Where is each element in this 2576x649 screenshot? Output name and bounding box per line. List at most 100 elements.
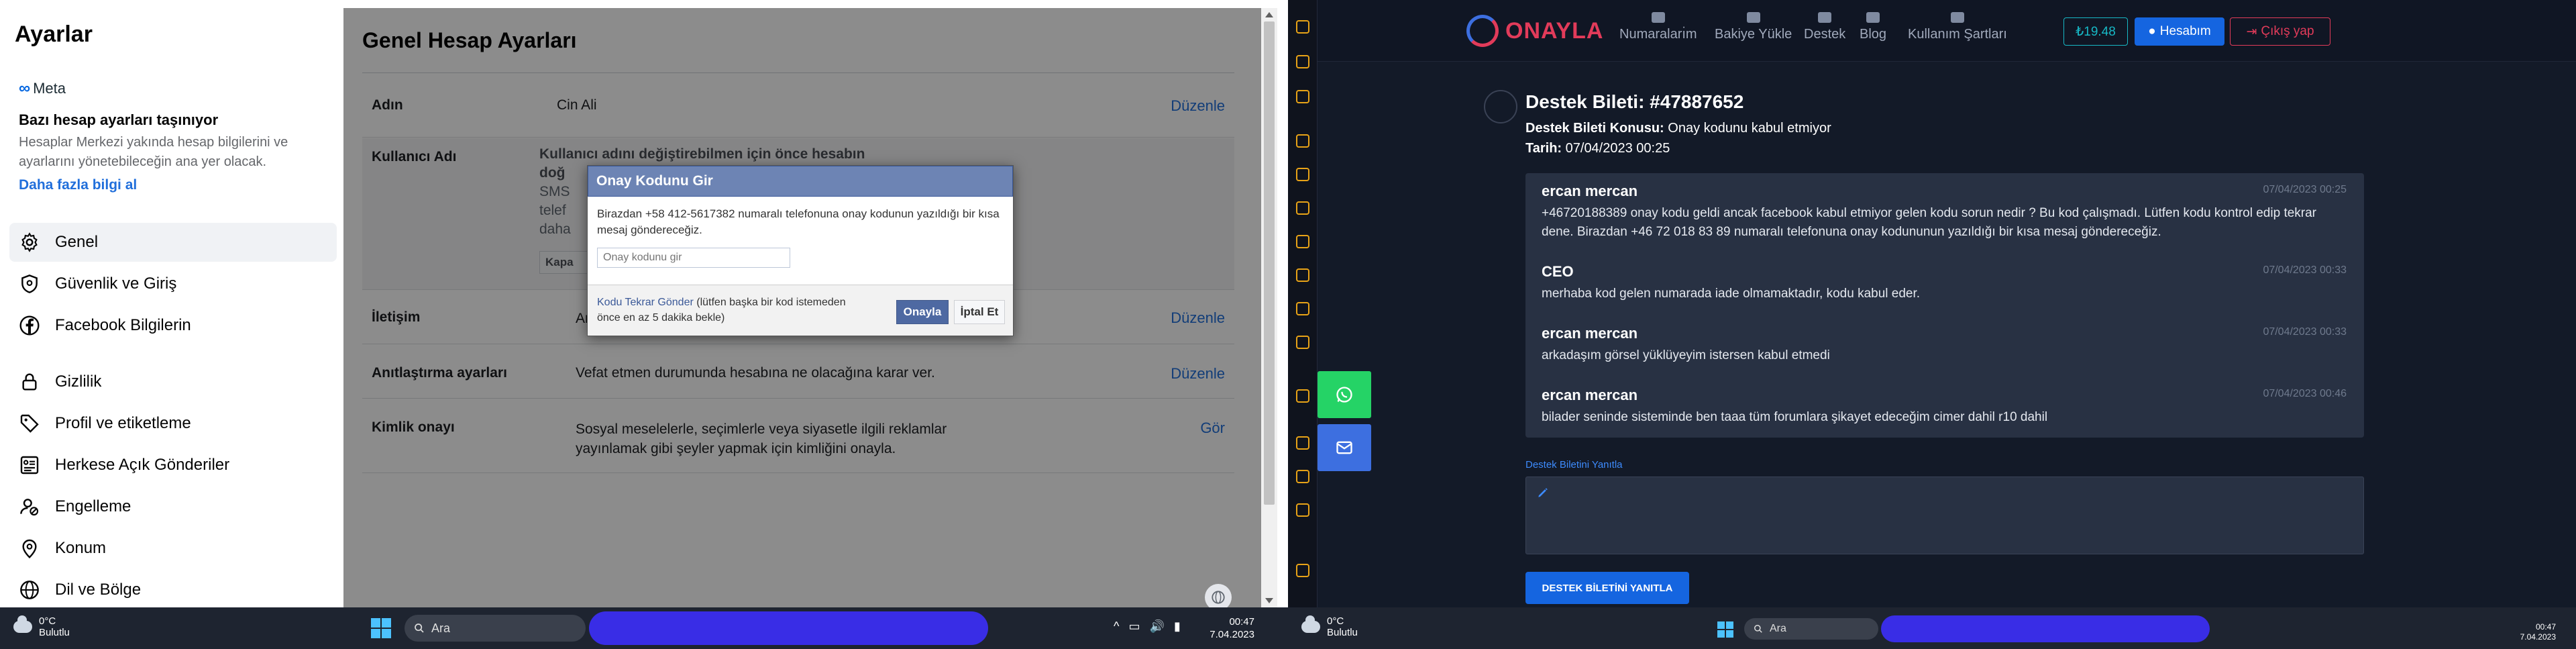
windows-taskbar: 0°C Bulutlu Ara ^ ▭ 🔊 ▮ 00:47 7.04.2023: [0, 607, 1288, 649]
resend-code-note: Kodu Tekrar Gönder (lütfen başka bir kod…: [597, 295, 852, 326]
nav-label: Blog: [1860, 27, 1887, 42]
subject-value: Onay kodunu kabul etmiyor: [1664, 121, 1831, 136]
subject-label: Destek Bileti Konusu:: [1525, 121, 1664, 136]
sidebar-app-icon[interactable]: [1296, 268, 1309, 282]
sidebar-app-icon[interactable]: [1296, 436, 1309, 450]
confirm-button[interactable]: Onayla: [896, 300, 949, 324]
message-item: ercan mercan 07/04/2023 00:33 arkadaşım …: [1542, 325, 2347, 365]
taskbar-search[interactable]: Ara: [1744, 618, 1878, 640]
weather-temp: 0°C: [39, 615, 56, 627]
learn-more-link[interactable]: Daha fazla bilgi al: [19, 177, 137, 193]
sidebar-item-public-posts[interactable]: Herkese Açık Gönderiler: [9, 446, 337, 485]
resend-code-link[interactable]: Kodu Tekrar Gönder: [597, 297, 694, 308]
onayla-logo[interactable]: ONAYLA: [1466, 15, 1603, 47]
sidebar-app-icon[interactable]: [1296, 20, 1309, 34]
sidebar-item-label: Güvenlik ve Giriş: [55, 274, 177, 293]
cancel-button[interactable]: İptal Et: [954, 300, 1005, 324]
cloud-icon: [13, 615, 32, 633]
email-float-button[interactable]: [1318, 424, 1371, 471]
lock-icon: [17, 370, 42, 394]
reply-ticket-button[interactable]: DESTEK BİLETİNİ YANITLA: [1525, 572, 1689, 604]
avatar: [1484, 90, 1517, 123]
sidebar-item-security[interactable]: Güvenlik ve Giriş: [9, 264, 337, 303]
whatsapp-float-button[interactable]: [1318, 371, 1371, 418]
weather-widget[interactable]: 0°C Bulutlu: [13, 615, 70, 638]
windows-start-icon[interactable]: [371, 618, 391, 638]
block-user-icon: [17, 495, 42, 519]
scrollbar-thumb[interactable]: [1264, 21, 1275, 505]
nav-terms[interactable]: Kullanım Şartları: [1908, 12, 2007, 42]
message-author: CEO: [1542, 263, 1574, 280]
site-header: ONAYLA Numaraları̇m Bakiye Yükle Destek …: [1318, 0, 2576, 62]
weather-temp: 0°C: [1327, 615, 1344, 627]
sidebar-app-icon[interactable]: [1296, 470, 1309, 483]
nav-numbers[interactable]: Numaraları̇m: [1619, 12, 1697, 42]
sidebar-item-label: Konum: [55, 539, 107, 557]
redacted-taskbar-apps: [589, 611, 988, 645]
sidebar-app-icon[interactable]: [1296, 389, 1309, 403]
weather-widget[interactable]: 0°C Bulutlu: [1301, 615, 1358, 638]
left-monitor: Ayarlar ∞ Meta Bazı hesap ayarları taşın…: [0, 0, 1288, 649]
taskbar-search[interactable]: Ara: [405, 615, 586, 642]
message-text: bilader seninde sisteminde ben taaa tüm …: [1542, 410, 2048, 424]
nav-blog[interactable]: Blog: [1860, 12, 1886, 42]
logout-button[interactable]: ⇥ Çıkış yap: [2230, 17, 2330, 46]
page-scrollbar[interactable]: [1261, 8, 1277, 607]
message-time: 07/04/2023 00:33: [2263, 264, 2347, 276]
nav-support[interactable]: Destek: [1804, 12, 1845, 42]
sidebar-item-language-region[interactable]: Dil ve Bölge: [9, 570, 337, 607]
phone-icon: [1651, 12, 1665, 23]
nav-top-up[interactable]: Bakiye Yükle: [1715, 12, 1792, 42]
sidebar-item-privacy[interactable]: Gizlilik: [9, 362, 337, 401]
account-button[interactable]: ● Hesabım: [2135, 17, 2224, 46]
nav-label: Bakiye Yükle: [1715, 27, 1792, 42]
message-time: 07/04/2023 00:25: [2263, 184, 2347, 195]
message-text: merhaba kod gelen numarada iade olmamakt…: [1542, 287, 1921, 301]
logo-ring-icon: [1466, 15, 1499, 47]
feed-icon: [17, 453, 42, 477]
confirmation-code-dialog: Onay Kodunu Gir Birazdan +58 412-5617382…: [587, 165, 1014, 336]
battery-icon[interactable]: ▮: [1174, 619, 1181, 634]
taskbar-clock[interactable]: 00:47 7.04.2023: [2489, 622, 2556, 642]
taskbar-clock[interactable]: 00:47 7.04.2023: [1194, 615, 1254, 641]
sidebar-app-icon[interactable]: [1296, 134, 1309, 148]
clock-date: 7.04.2023: [2520, 632, 2556, 642]
language-globe-icon[interactable]: [1205, 584, 1232, 611]
meta-infinity-icon: ∞: [19, 79, 31, 97]
volume-icon[interactable]: 🔊: [1149, 619, 1164, 634]
sidebar-item-facebook-info[interactable]: Facebook Bilgilerin: [9, 306, 337, 345]
scroll-up-arrow-icon[interactable]: [1265, 12, 1273, 17]
windows-start-icon[interactable]: [1717, 621, 1733, 638]
message-author: ercan mercan: [1542, 387, 1638, 403]
ticket-page: Destek Bileti: #47887652 Destek Bileti K…: [1318, 62, 2576, 607]
sidebar-app-icon[interactable]: [1296, 503, 1309, 517]
ticket-subject: Destek Bileti Konusu: Onay kodunu kabul …: [1525, 121, 1831, 136]
sidebar-item-profile-tagging[interactable]: Profil ve etiketleme: [9, 404, 337, 443]
sidebar-item-general[interactable]: Genel: [9, 223, 337, 262]
scroll-down-arrow-icon[interactable]: [1265, 598, 1273, 603]
sidebar-app-icon[interactable]: [1296, 302, 1309, 315]
sidebar-item-blocking[interactable]: Engelleme: [9, 487, 337, 526]
sidebar-app-icon[interactable]: [1296, 201, 1309, 215]
balance-badge[interactable]: ₺19.48: [2063, 17, 2128, 46]
nav-label: Destek: [1804, 27, 1846, 42]
dialog-message: Birazdan +58 412-5617382 numaralı telefo…: [597, 207, 1000, 236]
sidebar-app-icon[interactable]: [1296, 90, 1309, 103]
reply-label: Destek Biletini Yanıtla: [1525, 459, 1623, 470]
sidebar-app-icon[interactable]: [1296, 168, 1309, 181]
blog-icon: [1866, 12, 1880, 23]
browser-top-strip: [0, 0, 1288, 8]
sidebar-app-icon[interactable]: [1296, 55, 1309, 68]
whatsapp-icon: [1336, 387, 1352, 403]
tray-chevron-icon[interactable]: ^: [1114, 619, 1119, 634]
display-icon[interactable]: ▭: [1128, 619, 1140, 634]
pencil-icon: [1538, 488, 1548, 497]
sidebar-item-location[interactable]: Konum: [9, 529, 337, 568]
ticket-title: Destek Bileti: #47887652: [1525, 91, 1744, 112]
sidebar-app-icon[interactable]: [1296, 564, 1309, 577]
confirmation-code-input[interactable]: [597, 248, 790, 268]
sidebar-app-icon[interactable]: [1296, 235, 1309, 248]
system-tray: ^ ▭ 🔊 ▮: [1114, 619, 1181, 634]
reply-textarea[interactable]: [1525, 477, 2364, 554]
sidebar-app-icon[interactable]: [1296, 336, 1309, 349]
